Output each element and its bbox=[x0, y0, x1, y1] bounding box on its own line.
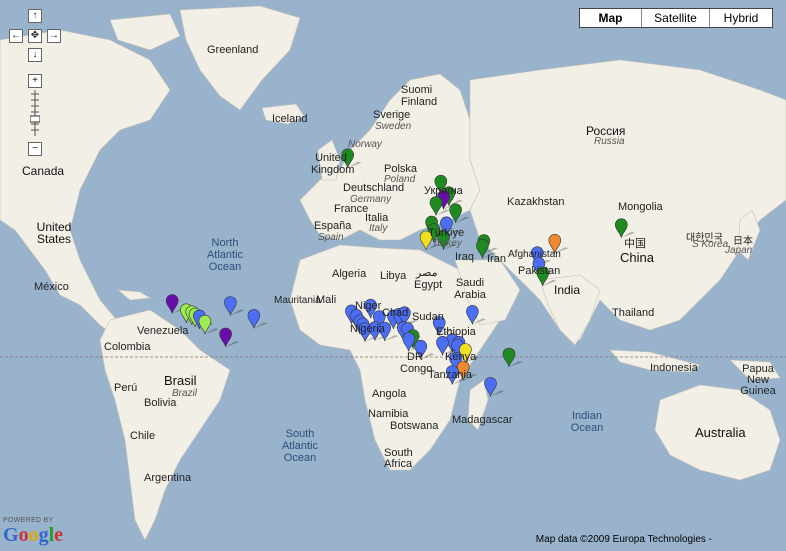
zoom-slider[interactable] bbox=[29, 90, 41, 136]
map-marker[interactable] bbox=[198, 314, 219, 335]
map-canvas[interactable]: Greenland Iceland Canada United States M… bbox=[0, 0, 786, 551]
pan-center-button[interactable]: ✥ bbox=[28, 29, 42, 43]
zoom-in-button[interactable]: + bbox=[28, 74, 42, 88]
pan-right-button[interactable]: → bbox=[47, 29, 61, 43]
map-marker[interactable] bbox=[247, 309, 268, 329]
map-marker[interactable] bbox=[224, 296, 245, 316]
pan-left-button[interactable]: ← bbox=[9, 29, 23, 43]
map-type-satellite-button[interactable]: Satellite bbox=[641, 9, 709, 27]
map-type-hybrid-button[interactable]: Hybrid bbox=[709, 9, 772, 27]
map-marker[interactable] bbox=[502, 347, 523, 368]
map-marker[interactable] bbox=[484, 377, 505, 397]
pan-up-button[interactable]: ↑ bbox=[28, 9, 42, 23]
map-type-map-button[interactable]: Map bbox=[580, 9, 641, 27]
pan-down-button[interactable]: ↓ bbox=[28, 48, 42, 62]
world-basemap bbox=[0, 5, 786, 541]
zoom-out-button[interactable]: − bbox=[28, 142, 42, 156]
map-type-control: Map Satellite Hybrid bbox=[579, 8, 773, 28]
map-marker[interactable] bbox=[437, 230, 458, 250]
map-marker[interactable] bbox=[219, 327, 240, 348]
google-logo[interactable]: POWERED BY Google bbox=[3, 517, 63, 547]
map-data-attribution: Map data ©2009 Europa Technologies - bbox=[535, 534, 712, 545]
zoom-slider-handle bbox=[29, 115, 41, 123]
